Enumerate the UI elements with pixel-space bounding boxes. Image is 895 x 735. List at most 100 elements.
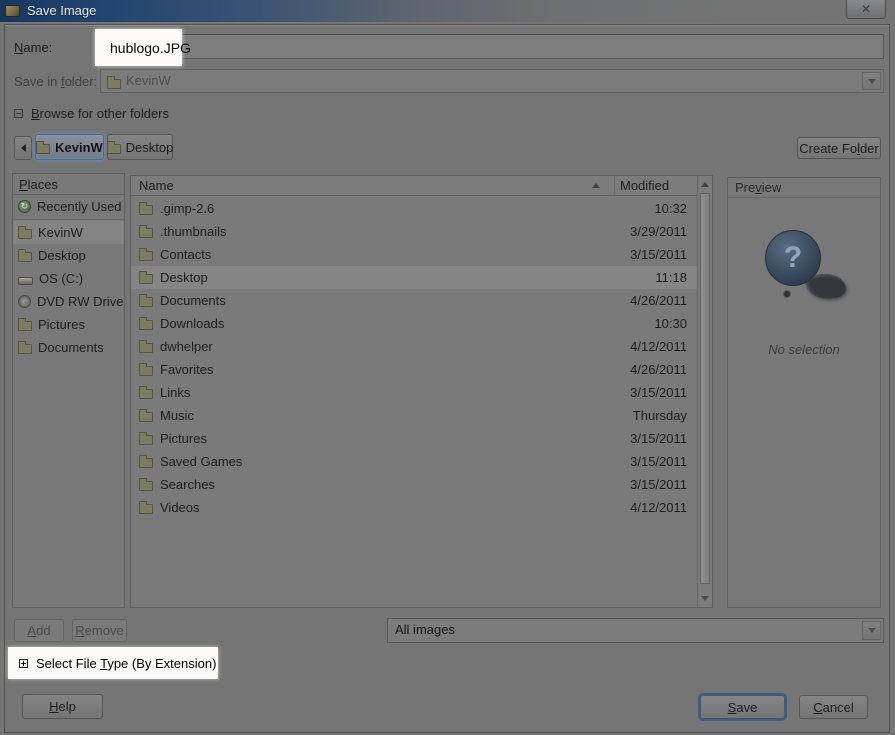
file-modified: 4/12/2011 <box>617 339 697 354</box>
chevron-down-icon <box>868 79 876 84</box>
places-item-os-c[interactable]: OS (C:) <box>13 267 124 290</box>
path-button-desktop[interactable]: Desktop <box>107 134 173 160</box>
file-list-panel: Name Modified .gimp-2.610:32 .thumbnails 3… <box>130 175 713 608</box>
folder-icon <box>18 344 32 354</box>
places-item-recently-used[interactable]: Recently Used <box>13 195 124 218</box>
places-item-dvd-rw-drive[interactable]: DVD RW Drive... <box>13 290 124 313</box>
file-name: .gimp-2.6 <box>160 201 214 216</box>
save-in-folder-value: KevinW <box>126 73 171 88</box>
file-name: dwhelper <box>160 339 213 354</box>
browse-folders-expander[interactable]: Browse for other folders <box>14 106 169 121</box>
file-row-links[interactable]: Links3/15/2011 <box>131 381 697 404</box>
path-button-label: Desktop <box>126 140 174 155</box>
file-modified: 11:18 <box>617 270 697 285</box>
filename-input[interactable] <box>100 34 884 59</box>
filter-dropdown-button[interactable] <box>862 621 881 640</box>
file-row-gimp-2-6[interactable]: .gimp-2.610:32 <box>131 197 697 220</box>
file-modified: 3/15/2011 <box>617 477 697 492</box>
file-row-pictures[interactable]: Pictures3/15/2011 <box>131 427 697 450</box>
question-dot-shape <box>783 290 791 298</box>
file-modified: 3/15/2011 <box>617 247 697 262</box>
column-modified-label: Modified <box>620 178 669 193</box>
folder-icon <box>139 366 153 376</box>
file-modified: Thursday <box>617 408 697 423</box>
file-row-music[interactable]: MusicThursday <box>131 404 697 427</box>
places-item-pictures[interactable]: Pictures <box>13 313 124 336</box>
file-name: Searches <box>160 477 215 492</box>
chevron-down-icon <box>868 628 876 633</box>
path-back-button[interactable] <box>14 136 32 160</box>
column-header-name[interactable]: Name <box>131 176 614 195</box>
folder-icon <box>36 144 50 154</box>
help-button[interactable]: Help <box>22 694 103 719</box>
file-row-desktop[interactable]: Desktop 11:18 <box>131 266 697 289</box>
folder-icon <box>107 79 121 89</box>
file-row-searches[interactable]: Searches 3/15/2011 <box>131 473 697 496</box>
vertical-scrollbar[interactable] <box>697 176 712 607</box>
remove-button[interactable]: Remove <box>72 619 127 642</box>
file-modified: 4/26/2011 <box>617 293 697 308</box>
create-folder-label: Create Folder <box>799 141 879 156</box>
file-modified: 3/15/2011 <box>617 431 697 446</box>
places-item-label: DVD RW Drive... <box>37 294 124 309</box>
save-image-dialog: Save Image ✕ Name: hublogo.JPG Save in f… <box>0 0 895 735</box>
folder-icon <box>18 252 32 262</box>
preview-panel: Preview ? No selection <box>727 177 881 608</box>
file-row-documents[interactable]: Documents 4/26/2011 <box>131 289 697 312</box>
column-name-label: Name <box>139 178 174 193</box>
places-item-desktop[interactable]: Desktop <box>13 244 124 267</box>
folder-combo-dropdown-button[interactable] <box>862 72 881 90</box>
save-in-folder-combo[interactable]: KevinW <box>100 69 884 93</box>
arrow-left-icon <box>21 144 26 152</box>
window-title: Save Image <box>27 3 96 18</box>
places-item-label: Recently Used <box>37 199 122 214</box>
file-row-downloads[interactable]: Downloads10:30 <box>131 312 697 335</box>
column-header-modified[interactable]: Modified <box>614 176 697 195</box>
places-panel: Places Recently Used KevinWDesktopOS (C:)… <box>12 173 125 608</box>
file-list-rows: .gimp-2.610:32 .thumbnails 3/29/2011 Contac… <box>131 197 697 607</box>
file-row-dwhelper[interactable]: dwhelper 4/12/2011 <box>131 335 697 358</box>
file-row-videos[interactable]: Videos4/12/2011 <box>131 496 697 519</box>
scrollbar-thumb[interactable] <box>700 193 710 584</box>
remove-label: Remove <box>75 623 123 638</box>
places-item-kevinw[interactable]: KevinW <box>13 221 124 244</box>
save-button[interactable]: Save <box>700 695 785 719</box>
name-label: Name: <box>14 40 52 55</box>
places-item-label: Documents <box>38 340 104 355</box>
question-glyph: ? <box>784 241 802 275</box>
places-item-documents[interactable]: Documents <box>13 336 124 359</box>
scroll-up-button[interactable] <box>698 178 712 191</box>
folder-icon <box>139 389 153 399</box>
filename-highlight[interactable]: hublogo.JPG <box>95 29 182 66</box>
gimp-app-icon <box>5 5 20 17</box>
create-folder-button[interactable]: Create Folder <box>797 137 881 159</box>
file-name: Contacts <box>160 247 211 262</box>
file-row-favorites[interactable]: Favorites4/26/2011 <box>131 358 697 381</box>
file-name: Desktop <box>160 270 208 285</box>
title-bar[interactable]: Save Image ✕ <box>0 0 895 22</box>
drive-icon <box>18 277 33 285</box>
file-row-saved-games[interactable]: Saved Games3/15/2011 <box>131 450 697 473</box>
select-file-type-label: Select File Type (By Extension) <box>36 656 216 671</box>
file-name: Downloads <box>160 316 224 331</box>
file-name: Videos <box>160 500 200 515</box>
folder-icon <box>139 504 153 514</box>
file-row-thumbnails[interactable]: .thumbnails 3/29/2011 <box>131 220 697 243</box>
scroll-down-button[interactable] <box>698 592 712 605</box>
file-name: Documents <box>160 293 226 308</box>
arrow-down-icon <box>701 596 709 601</box>
file-name: .thumbnails <box>160 224 226 239</box>
add-button[interactable]: Add <box>14 619 64 642</box>
close-button[interactable]: ✕ <box>846 0 886 19</box>
file-modified: 3/29/2011 <box>617 224 697 239</box>
sort-ascending-icon <box>592 183 600 188</box>
cancel-button[interactable]: Cancel <box>799 695 868 719</box>
folder-icon <box>139 297 153 307</box>
file-type-filter-combo[interactable]: All images <box>387 618 884 643</box>
select-file-type-expander[interactable]: Select File Type (By Extension) <box>8 647 218 679</box>
browse-folders-label: Browse for other folders <box>31 106 169 121</box>
folder-icon <box>139 458 153 468</box>
places-header[interactable]: Places <box>13 174 124 195</box>
path-button-kevinw[interactable]: KevinW <box>35 134 104 160</box>
file-row-contacts[interactable]: Contacts 3/15/2011 <box>131 243 697 266</box>
